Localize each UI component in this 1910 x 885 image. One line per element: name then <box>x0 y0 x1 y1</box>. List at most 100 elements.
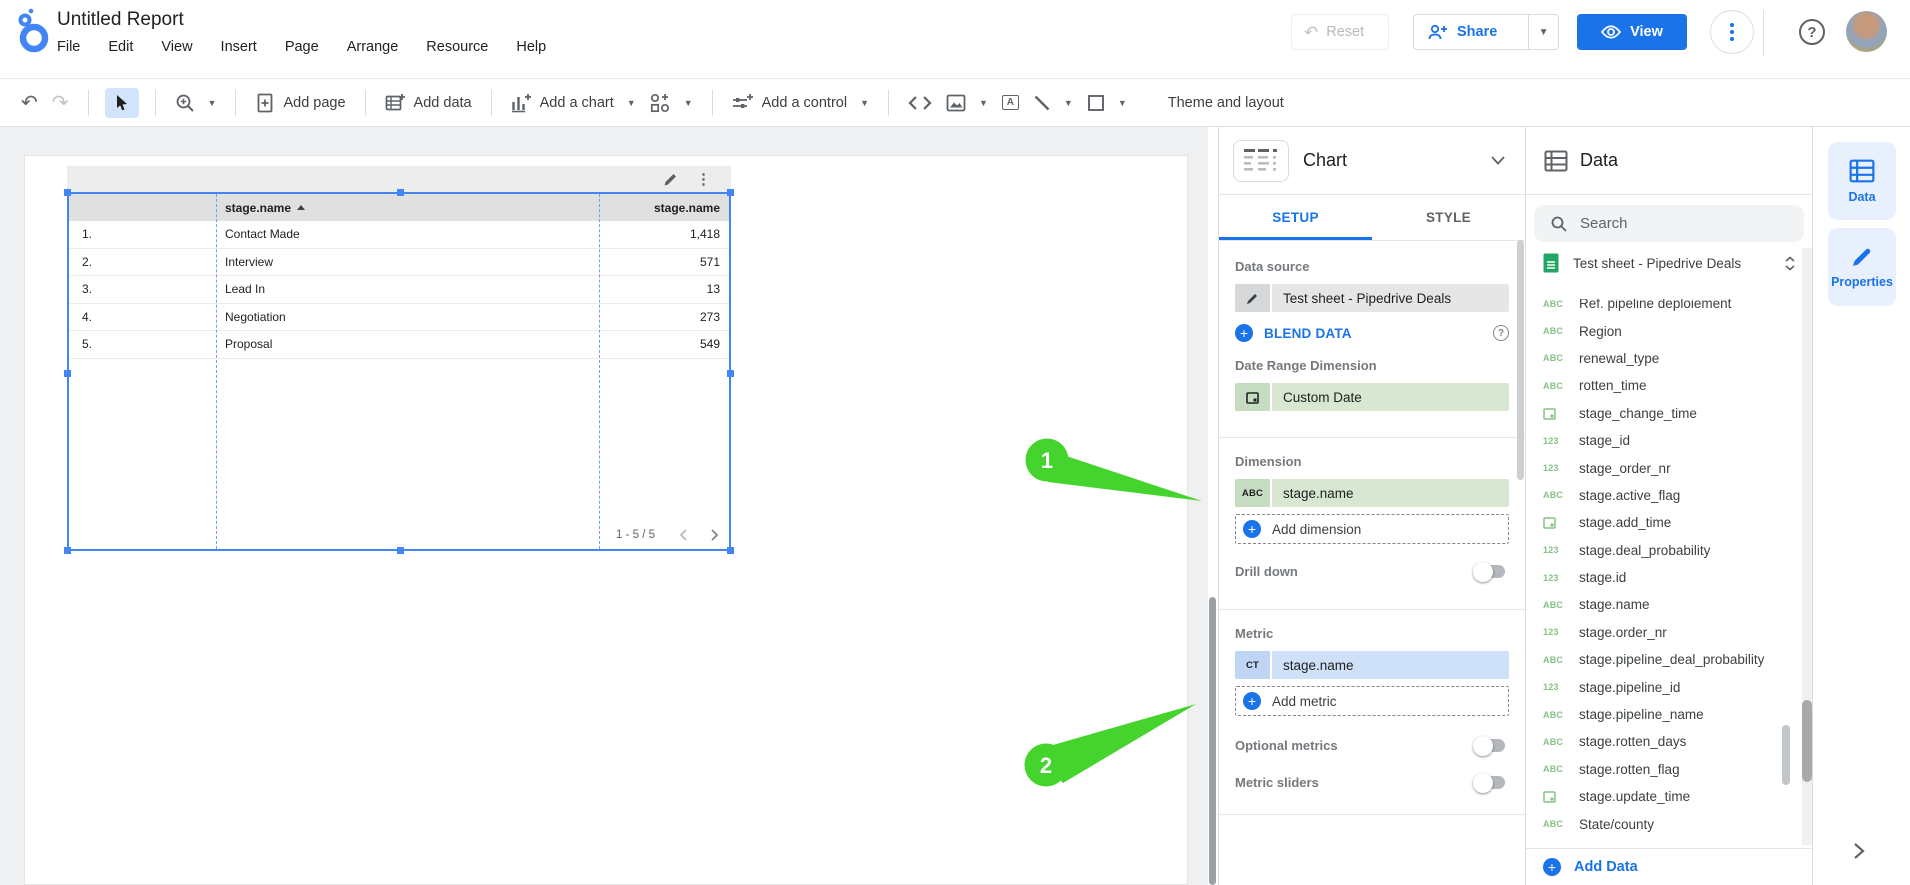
reset-button[interactable]: ↶ Reset <box>1291 14 1389 50</box>
resize-handle-s[interactable] <box>397 547 404 554</box>
field-list-scrollbar[interactable] <box>1782 725 1790 785</box>
report-title[interactable]: Untitled Report <box>57 9 184 31</box>
dimension-header[interactable]: stage.name <box>218 201 601 215</box>
rail-data-button[interactable]: Data <box>1828 142 1896 220</box>
optional-metrics-toggle[interactable] <box>1473 735 1505 756</box>
chart-menu-kebab-icon[interactable]: ⋮ <box>696 170 711 188</box>
share-dropdown-caret[interactable]: ▼ <box>1528 15 1558 49</box>
field-item[interactable]: 123 stage_id <box>1526 427 1800 454</box>
resize-handle-e[interactable] <box>727 370 734 377</box>
field-item[interactable]: 123 stage.deal_probability <box>1526 537 1800 564</box>
field-name: stage.pipeline_name <box>1579 707 1704 723</box>
menu-page[interactable]: Page <box>285 39 319 55</box>
zoom-tool-button[interactable]: ▼ <box>175 93 216 113</box>
redo-button[interactable]: ↷ <box>52 93 69 113</box>
field-item[interactable]: ABC stage.pipeline_deal_probability <box>1526 646 1800 673</box>
undo-button[interactable]: ↶ <box>21 93 38 113</box>
blend-data-row[interactable]: + BLEND DATA ? <box>1235 324 1509 342</box>
field-item[interactable]: ABC stage.active_flag <box>1526 482 1800 509</box>
menu-insert[interactable]: Insert <box>221 39 257 55</box>
field-item[interactable]: ABC State/county <box>1526 810 1800 837</box>
next-page-icon[interactable] <box>711 529 719 541</box>
menu-help[interactable]: Help <box>516 39 546 55</box>
dimension-chip[interactable]: ABC stage.name <box>1235 479 1509 507</box>
field-item[interactable]: 123 stage.order_nr <box>1526 619 1800 646</box>
resize-handle-ne[interactable] <box>727 189 734 196</box>
data-panel-scrollbar[interactable] <box>1802 700 1812 782</box>
insert-image-button[interactable]: ▼ <box>946 94 988 112</box>
field-item[interactable]: stage.update_time <box>1526 783 1800 810</box>
canvas-scrollbar[interactable] <box>1209 597 1216 885</box>
field-item[interactable]: stage.add_time <box>1526 509 1800 536</box>
insert-text-button[interactable]: A <box>1001 95 1019 110</box>
data-source-row[interactable]: Test sheet - Pipedrive Deals <box>1526 242 1812 284</box>
add-control-button[interactable]: Add a control ▼ <box>732 93 869 113</box>
data-source-chip[interactable]: Test sheet - Pipedrive Deals <box>1235 284 1509 312</box>
resize-handle-nw[interactable] <box>64 189 71 196</box>
view-button[interactable]: View <box>1577 14 1687 50</box>
field-item[interactable]: ABC renewal_type <box>1526 345 1800 372</box>
field-item[interactable]: 123 stage.id <box>1526 564 1800 591</box>
add-chart-caret-icon: ▼ <box>626 97 636 108</box>
metric-chip[interactable]: CT stage.name <box>1235 651 1509 679</box>
rail-properties-button[interactable]: Properties <box>1828 228 1896 306</box>
collapse-source-icon[interactable] <box>1784 255 1796 271</box>
chart-panel-header[interactable]: Chart <box>1219 127 1525 195</box>
field-item[interactable]: ABC stage.rotten_days <box>1526 728 1800 755</box>
line-icon <box>1034 95 1050 110</box>
share-main[interactable]: Share <box>1414 15 1528 49</box>
select-tool-button[interactable] <box>104 87 139 118</box>
drill-down-toggle[interactable] <box>1473 561 1505 582</box>
tab-setup[interactable]: SETUP <box>1219 195 1372 240</box>
add-chart-button[interactable]: Add a chart ▼ <box>511 93 636 113</box>
embed-url-button[interactable] <box>908 95 932 111</box>
add-dimension-button[interactable]: + Add dimension <box>1235 514 1509 544</box>
menu-arrange[interactable]: Arrange <box>347 39 399 55</box>
table-chart[interactable]: stage.name stage.name 1. Contact Made 1,41… <box>64 189 734 554</box>
help-icon[interactable]: ? <box>1799 19 1825 45</box>
insert-shape-button[interactable]: ▼ <box>1087 94 1127 112</box>
field-item[interactable]: ABC Ref. pipeline deploiement <box>1526 299 1800 317</box>
resize-handle-n[interactable] <box>397 189 404 196</box>
field-item[interactable]: 123 stage_order_nr <box>1526 454 1800 481</box>
add-data-button[interactable]: + Add Data <box>1526 848 1812 885</box>
looker-studio-logo-icon[interactable] <box>13 7 53 55</box>
field-item[interactable]: 123 stage.pipeline_id <box>1526 673 1800 700</box>
field-item[interactable]: ABC stage.rotten_flag <box>1526 756 1800 783</box>
resize-handle-sw[interactable] <box>64 547 71 554</box>
field-item[interactable]: ABC stage.pipeline_name <box>1526 701 1800 728</box>
field-item[interactable]: ABC rotten_time <box>1526 372 1800 399</box>
collapse-panel-chevron-icon[interactable] <box>1853 842 1865 860</box>
resize-handle-se[interactable] <box>727 547 734 554</box>
edit-datasource-pencil-icon[interactable] <box>1235 284 1272 312</box>
menu-resource[interactable]: Resource <box>426 39 488 55</box>
metric-header[interactable]: stage.name <box>601 201 729 215</box>
community-visualizations-button[interactable]: ▼ <box>650 93 693 113</box>
setup-panel-scrollbar[interactable] <box>1517 240 1524 480</box>
avatar[interactable] <box>1846 11 1887 52</box>
tab-style[interactable]: STYLE <box>1372 195 1525 240</box>
insert-line-button[interactable]: ▼ <box>1033 94 1073 112</box>
menu-file[interactable]: File <box>57 39 80 55</box>
resize-handle-w[interactable] <box>64 370 71 377</box>
blend-help-icon[interactable]: ? <box>1493 325 1509 341</box>
add-metric-button[interactable]: + Add metric <box>1235 686 1509 716</box>
chart-edit-pencil-icon[interactable] <box>663 172 678 187</box>
report-canvas[interactable]: ⋮ stage.name stage.name 1. Contact Made 1,… <box>0 127 1208 885</box>
field-item[interactable]: stage_change_time <box>1526 400 1800 427</box>
add-data-button[interactable]: Add data <box>385 93 472 113</box>
menu-edit[interactable]: Edit <box>108 39 133 55</box>
add-page-button[interactable]: Add page <box>255 93 346 113</box>
field-item[interactable]: ABC Region <box>1526 317 1800 344</box>
more-options-button[interactable] <box>1710 10 1754 54</box>
search-input[interactable] <box>1580 215 1750 232</box>
share-button[interactable]: Share ▼ <box>1413 14 1559 50</box>
menu-view[interactable]: View <box>161 39 192 55</box>
date-range-chip[interactable]: Custom Date <box>1235 383 1509 411</box>
previous-page-icon[interactable] <box>679 529 687 541</box>
theme-and-layout-button[interactable]: Theme and layout <box>1168 95 1284 111</box>
search-box[interactable] <box>1534 205 1804 242</box>
field-item[interactable]: ABC stage.name <box>1526 591 1800 618</box>
chevron-down-icon[interactable] <box>1491 156 1505 165</box>
metric-sliders-toggle[interactable] <box>1473 772 1505 793</box>
